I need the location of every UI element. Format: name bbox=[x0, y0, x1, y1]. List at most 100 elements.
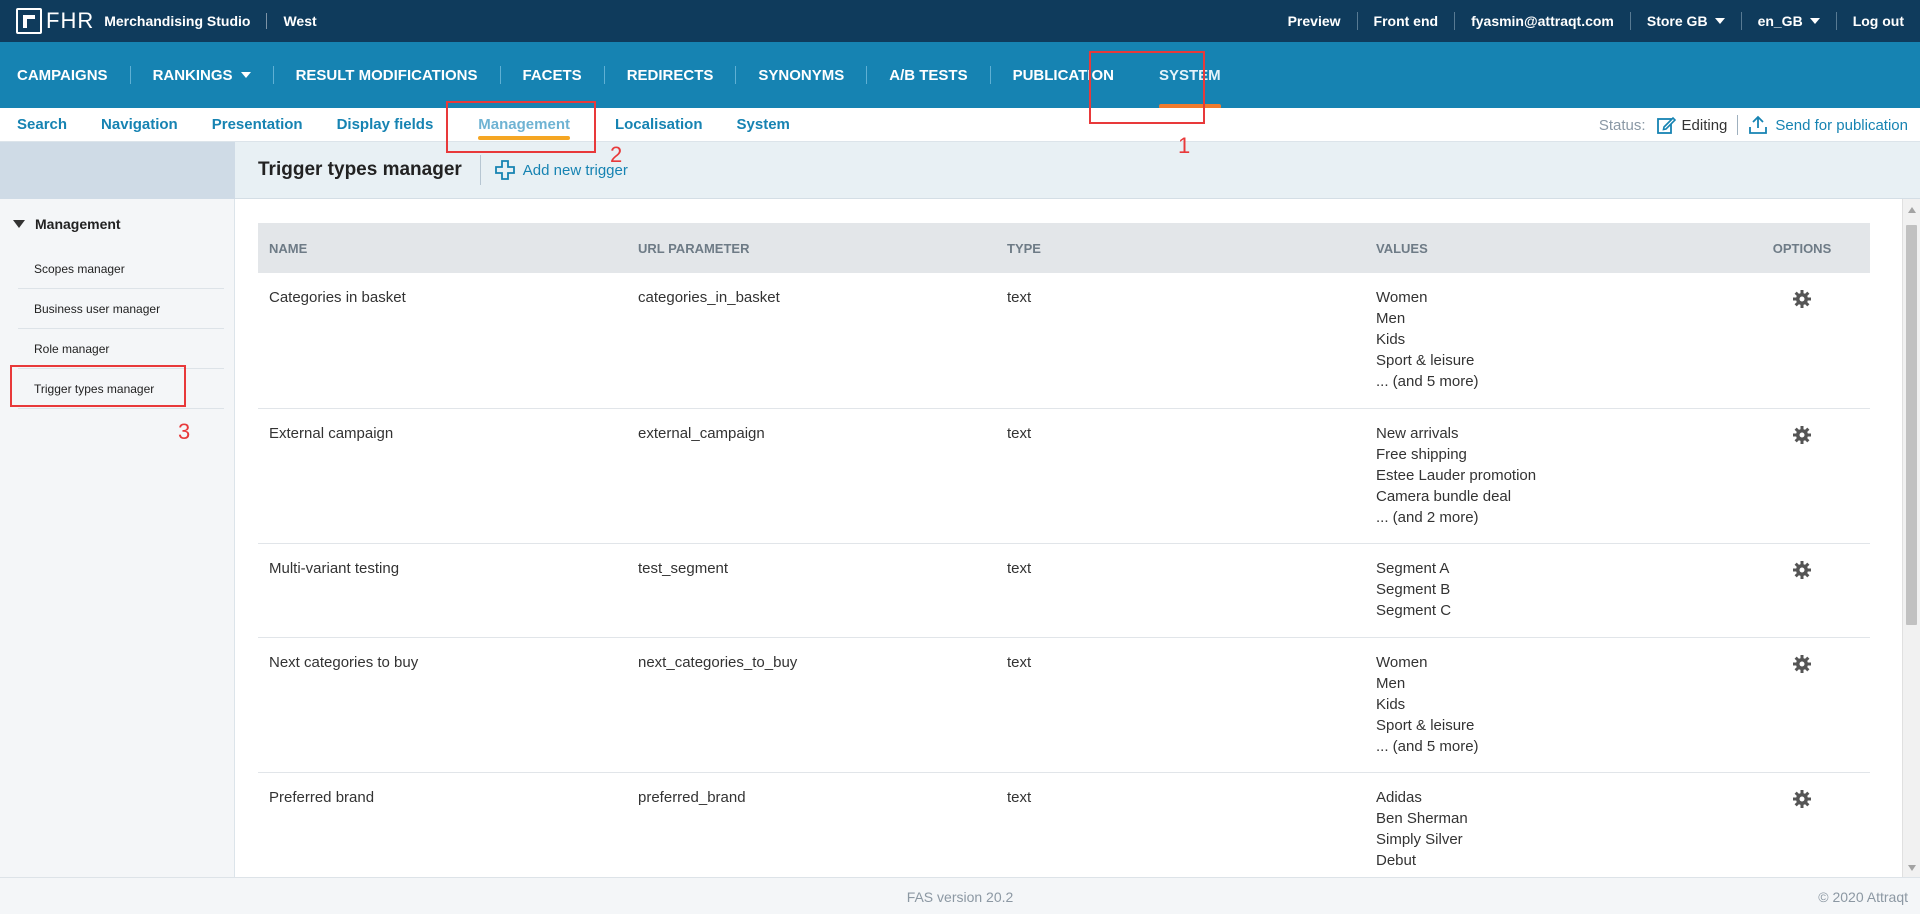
fhr-logo-icon bbox=[16, 8, 42, 34]
value-item: Simply Silver bbox=[1376, 831, 1463, 848]
subnav-navigation[interactable]: Navigation bbox=[84, 108, 195, 142]
fhr-logo[interactable]: FHR bbox=[16, 8, 94, 34]
value-item: Ben Sherman bbox=[1376, 810, 1468, 827]
studio-name: Merchandising Studio bbox=[104, 13, 251, 29]
cell-type: text bbox=[1007, 289, 1032, 306]
value-item: Men bbox=[1376, 310, 1406, 327]
store-selector[interactable]: Store GB bbox=[1629, 12, 1741, 30]
sidebar-item-role-manager[interactable]: Role manager bbox=[18, 329, 224, 369]
subnav-presentation[interactable]: Presentation bbox=[195, 108, 320, 142]
gear-icon[interactable] bbox=[1792, 560, 1812, 580]
chevron-down-icon bbox=[1714, 18, 1725, 24]
nav-result-modifications[interactable]: RESULT MODIFICATIONS bbox=[272, 66, 500, 84]
subnav-search[interactable]: Search bbox=[0, 108, 84, 142]
status-value: Editing bbox=[1681, 116, 1728, 134]
status-divider bbox=[1737, 115, 1739, 135]
column-header-url-parameter: URL PARAMETER bbox=[638, 240, 750, 256]
scroll-down-arrow-icon[interactable] bbox=[1908, 865, 1916, 871]
cell-type: text bbox=[1007, 654, 1032, 671]
triangle-down-icon bbox=[13, 220, 25, 228]
cell-type: text bbox=[1007, 425, 1032, 442]
cell-values: Women Men Kids Sport & leisure ... (and … bbox=[1365, 638, 1734, 772]
send-for-publication-link[interactable]: Send for publication bbox=[1775, 117, 1908, 134]
value-item: Sport & leisure bbox=[1376, 352, 1475, 369]
cell-values: New arrivals Free shipping Estee Lauder … bbox=[1365, 409, 1734, 543]
nav-synonyms[interactable]: SYNONYMS bbox=[735, 66, 866, 84]
nav-redirects[interactable]: REDIRECTS bbox=[603, 66, 736, 84]
subnav-display-fields[interactable]: Display fields bbox=[320, 108, 451, 142]
vertical-scrollbar[interactable] bbox=[1902, 199, 1920, 877]
sidebar-item-business-user-manager[interactable]: Business user manager bbox=[18, 289, 224, 329]
value-item: Debut bbox=[1376, 852, 1417, 869]
upload-icon[interactable] bbox=[1748, 115, 1768, 135]
sidebar-section-label: Management bbox=[35, 216, 121, 232]
value-item: Segment C bbox=[1376, 602, 1452, 619]
cell-name: Multi-variant testing bbox=[269, 560, 400, 577]
value-item: ... (and 5 more) bbox=[1376, 373, 1479, 390]
gear-icon[interactable] bbox=[1792, 789, 1812, 809]
cell-type: text bbox=[1007, 560, 1032, 577]
subnav-system[interactable]: System bbox=[720, 108, 807, 142]
sidebar-header bbox=[0, 142, 235, 199]
gear-icon[interactable] bbox=[1792, 289, 1812, 309]
column-header-name: NAME bbox=[269, 240, 308, 256]
scrollbar-thumb[interactable] bbox=[1906, 225, 1917, 625]
cell-url-parameter: external_campaign bbox=[638, 425, 765, 442]
cell-name: External campaign bbox=[269, 425, 394, 442]
front-end-link[interactable]: Front end bbox=[1356, 12, 1455, 30]
nav-campaigns[interactable]: CAMPAIGNS bbox=[0, 66, 130, 84]
cell-options bbox=[1734, 638, 1870, 772]
cell-type: text bbox=[1007, 789, 1032, 806]
cell-values: Segment A Segment B Segment C bbox=[1365, 544, 1734, 637]
topbar-links: Preview Front end fyasmin@attraqt.com St… bbox=[1272, 0, 1920, 42]
annotation-box-1 bbox=[1089, 51, 1205, 124]
value-item: Sport & leisure bbox=[1376, 717, 1475, 734]
value-item: ... (and 2 more) bbox=[1376, 509, 1479, 526]
nav-rankings[interactable]: RANKINGS bbox=[129, 66, 273, 84]
column-header-type: TYPE bbox=[1007, 240, 1041, 256]
cell-name: Categories in basket bbox=[269, 289, 406, 306]
user-email[interactable]: fyasmin@attraqt.com bbox=[1454, 12, 1630, 30]
plus-icon[interactable] bbox=[494, 160, 515, 180]
sidebar: Management Scopes manager Business user … bbox=[0, 199, 235, 877]
annotation-box-3 bbox=[10, 365, 186, 407]
cell-url-parameter: test_segment bbox=[638, 560, 729, 577]
table-row: Preferred brand preferred_brand text Adi… bbox=[258, 773, 1870, 877]
region-name: West bbox=[283, 13, 317, 29]
header-divider bbox=[479, 155, 481, 185]
sidebar-section-management[interactable]: Management bbox=[0, 199, 234, 249]
value-item: Segment A bbox=[1376, 560, 1450, 577]
table-row: Multi-variant testing test_segment text … bbox=[258, 544, 1870, 638]
annotation-box-2 bbox=[446, 101, 596, 153]
value-item: Estee Lauder promotion bbox=[1376, 467, 1537, 484]
gear-icon[interactable] bbox=[1792, 425, 1812, 445]
page-title: Trigger types manager bbox=[258, 159, 462, 180]
scroll-up-arrow-icon[interactable] bbox=[1908, 207, 1916, 213]
value-item: Men bbox=[1376, 675, 1406, 692]
gear-icon[interactable] bbox=[1792, 654, 1812, 674]
status-label: Status: bbox=[1598, 116, 1646, 134]
cell-options bbox=[1734, 544, 1870, 637]
value-item: New arrivals bbox=[1376, 425, 1459, 442]
footer: FAS version 20.2 © 2020 Attraqt bbox=[0, 877, 1920, 914]
table-row: Next categories to buy next_categories_t… bbox=[258, 638, 1870, 773]
nav-ab-tests[interactable]: A/B TESTS bbox=[866, 66, 989, 84]
logout-link[interactable]: Log out bbox=[1835, 12, 1920, 30]
preview-link[interactable]: Preview bbox=[1272, 0, 1357, 42]
cell-name: Next categories to buy bbox=[269, 654, 419, 671]
cell-url-parameter: preferred_brand bbox=[638, 789, 746, 806]
locale-selector[interactable]: en_GB bbox=[1740, 12, 1836, 30]
sidebar-item-scopes-manager[interactable]: Scopes manager bbox=[18, 249, 224, 289]
store-selector-label: Store GB bbox=[1646, 13, 1708, 29]
annotation-number-2: 2 bbox=[610, 142, 623, 167]
subnav-localisation[interactable]: Localisation bbox=[598, 108, 720, 142]
value-item: Kids bbox=[1376, 696, 1406, 713]
column-header-values: VALUES bbox=[1376, 240, 1428, 256]
nav-facets[interactable]: FACETS bbox=[499, 66, 604, 84]
column-header-options: OPTIONS bbox=[1772, 240, 1832, 256]
cell-values: Adidas Ben Sherman Simply Silver Debut bbox=[1365, 773, 1734, 877]
logo-text: FHR bbox=[46, 8, 95, 33]
publication-status: Status: Editing Send for publication bbox=[1599, 108, 1908, 142]
cell-name: Preferred brand bbox=[269, 789, 375, 806]
cell-url-parameter: next_categories_to_buy bbox=[638, 654, 798, 671]
